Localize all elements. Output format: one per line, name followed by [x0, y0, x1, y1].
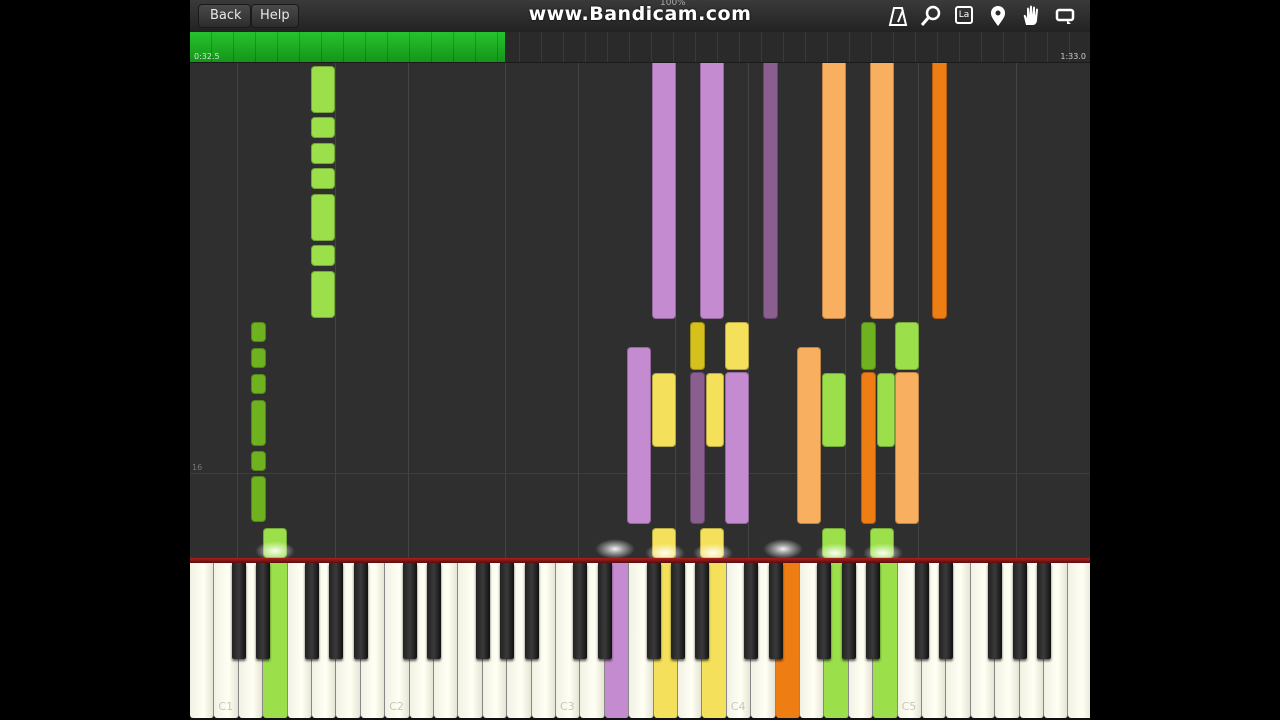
black-key[interactable]: [671, 563, 685, 659]
black-key[interactable]: [329, 563, 344, 659]
octave-label: C1: [218, 700, 234, 713]
note: [311, 168, 335, 189]
hit-sparkle: [863, 543, 903, 558]
black-key[interactable]: [597, 563, 612, 659]
learn-label: La: [955, 6, 973, 24]
note: [251, 400, 266, 446]
grid-line: [335, 63, 336, 558]
song-progress-bar[interactable]: 0:32.5 1:33.0: [190, 32, 1090, 63]
black-key[interactable]: [768, 563, 783, 659]
note: [725, 372, 749, 524]
black-key[interactable]: [841, 563, 856, 659]
grid-line: [1016, 63, 1017, 558]
metronome-icon[interactable]: [887, 5, 909, 27]
search-icon[interactable]: [920, 5, 942, 27]
black-key[interactable]: [402, 563, 417, 659]
note: [311, 66, 335, 113]
black-key[interactable]: [939, 563, 954, 659]
white-key[interactable]: [190, 563, 215, 718]
black-key[interactable]: [231, 563, 246, 659]
note: [797, 347, 821, 524]
note: [652, 373, 676, 447]
note: [822, 373, 846, 447]
black-key[interactable]: [988, 563, 1003, 659]
black-key[interactable]: [353, 563, 368, 659]
grid-line: [505, 63, 506, 558]
black-key[interactable]: [427, 563, 441, 659]
hit-sparkle: [815, 543, 855, 558]
current-time: 0:32.5: [194, 52, 220, 61]
note: [861, 322, 876, 370]
black-key[interactable]: [646, 563, 661, 659]
black-key[interactable]: [695, 563, 710, 659]
note: [251, 348, 266, 368]
black-key[interactable]: [305, 563, 319, 659]
note: [870, 63, 894, 319]
note: [627, 347, 651, 524]
hit-sparkle: [763, 539, 803, 558]
measure-number: 16: [192, 463, 203, 472]
black-key[interactable]: [500, 563, 515, 659]
hit-sparkle: [693, 543, 733, 558]
note: [763, 63, 778, 319]
black-key[interactable]: [1012, 563, 1027, 659]
hit-sparkle: [645, 543, 685, 558]
piano-keyboard[interactable]: C1 C2 C3 C4 C5: [190, 558, 1090, 720]
note: [700, 63, 724, 319]
white-key[interactable]: [1068, 563, 1090, 718]
grid-line: [237, 63, 238, 558]
note: [251, 374, 266, 394]
learn-icon[interactable]: La: [954, 5, 976, 27]
hit-sparkle: [255, 541, 295, 558]
note: [311, 117, 335, 138]
black-key[interactable]: [573, 563, 588, 659]
loop-icon[interactable]: [1054, 5, 1076, 27]
note: [311, 194, 335, 241]
progress-fill: [190, 32, 505, 62]
octave-label: C3: [560, 700, 575, 713]
black-key[interactable]: [817, 563, 832, 659]
note: [895, 322, 919, 370]
note: [251, 476, 266, 522]
note: [861, 372, 876, 524]
note: [311, 143, 335, 164]
grid-line: [408, 63, 409, 558]
note: [690, 322, 705, 370]
total-time: 1:33.0: [1060, 52, 1086, 61]
note: [652, 63, 676, 319]
black-key[interactable]: [475, 563, 490, 659]
piano-roll: 16: [190, 63, 1090, 558]
octave-label: C5: [901, 700, 917, 713]
hit-sparkle: [595, 539, 635, 558]
black-key[interactable]: [866, 563, 881, 659]
black-key[interactable]: [256, 563, 271, 659]
note: [311, 245, 335, 266]
note: [932, 63, 947, 319]
note: [877, 373, 895, 447]
note: [895, 372, 919, 524]
note: [311, 271, 335, 318]
location-icon[interactable]: [987, 5, 1009, 27]
note: [251, 322, 266, 342]
note: [706, 373, 724, 447]
black-key[interactable]: [524, 563, 539, 659]
synthesia-app: Back Help 100% www.Bandicam.com La 0:32.…: [190, 0, 1090, 720]
note: [251, 451, 266, 471]
top-toolbar: Back Help 100% www.Bandicam.com La: [190, 0, 1090, 33]
black-key[interactable]: [744, 563, 759, 659]
grid-line: [578, 63, 579, 558]
note: [822, 63, 846, 319]
octave-label: C2: [389, 700, 404, 713]
octave-label: C4: [730, 700, 746, 713]
hand-icon[interactable]: [1020, 5, 1042, 27]
note: [690, 372, 705, 524]
black-key[interactable]: [915, 563, 929, 659]
black-key[interactable]: [1037, 563, 1051, 659]
note: [725, 322, 749, 370]
